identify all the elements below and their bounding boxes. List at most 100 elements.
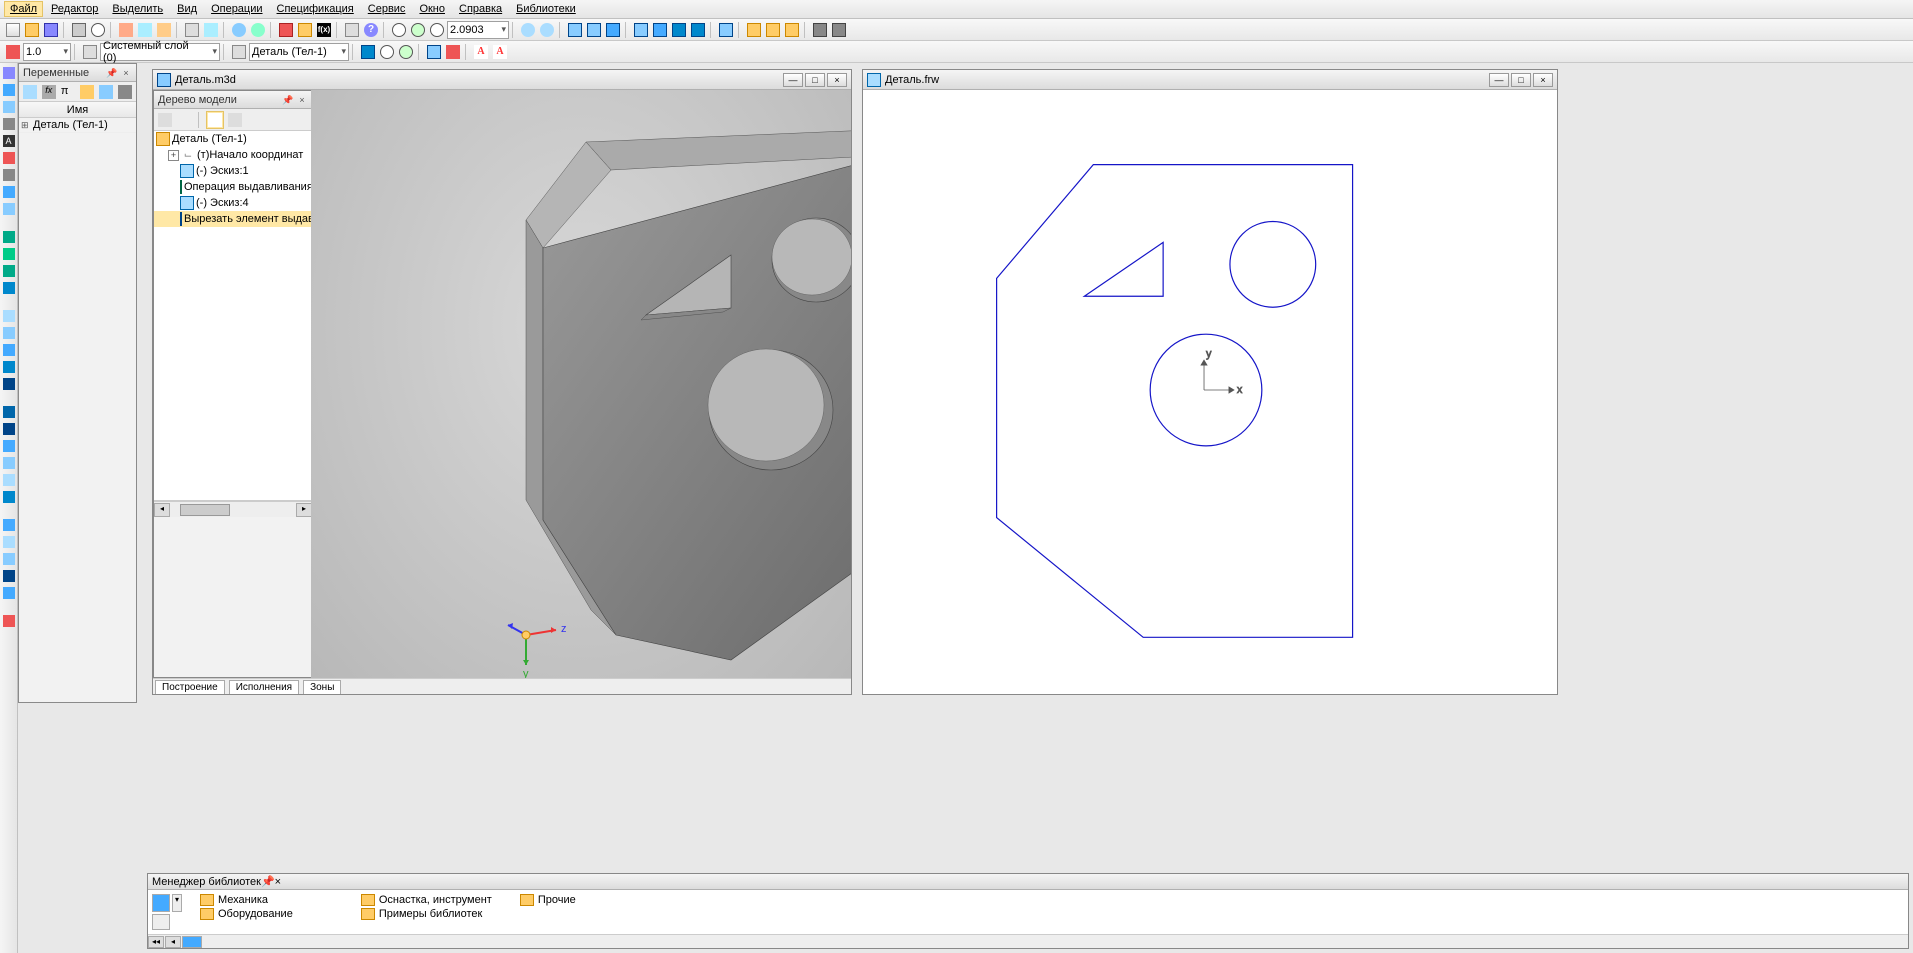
variables-root-row[interactable]: ⊞ Деталь (Тел-1) bbox=[19, 118, 136, 133]
scroll-right-button[interactable]: ▸ bbox=[296, 503, 312, 517]
doc-3d-min-button[interactable]: — bbox=[783, 73, 803, 87]
vtool-cut[interactable] bbox=[1, 246, 17, 262]
vtool-8[interactable] bbox=[1, 184, 17, 200]
vtool-rib[interactable] bbox=[1, 359, 17, 375]
variables-pin-button[interactable]: 📌 bbox=[106, 67, 118, 79]
persp-button[interactable] bbox=[717, 21, 735, 39]
tree-cut[interactable]: Вырезать элемент выдав bbox=[154, 211, 312, 227]
menu-file[interactable]: Файл bbox=[4, 1, 43, 17]
doc-2d-close-button[interactable]: × bbox=[1533, 73, 1553, 87]
menu-help[interactable]: Справка bbox=[453, 1, 508, 17]
open-button[interactable] bbox=[23, 21, 41, 39]
vtool-axis[interactable] bbox=[1, 472, 17, 488]
print-button[interactable] bbox=[70, 21, 88, 39]
vtool-7[interactable] bbox=[1, 167, 17, 183]
sketch-button[interactable] bbox=[277, 21, 295, 39]
doc-3d-max-button[interactable]: □ bbox=[805, 73, 825, 87]
menu-libraries[interactable]: Библиотеки bbox=[510, 1, 582, 17]
variables-close-button[interactable]: × bbox=[120, 67, 132, 79]
vtool-revolve[interactable] bbox=[1, 263, 17, 279]
props-button[interactable] bbox=[183, 21, 201, 39]
vtool-3[interactable] bbox=[1, 99, 17, 115]
shaded-edges-button[interactable] bbox=[689, 21, 707, 39]
var-btn-6[interactable] bbox=[117, 83, 134, 101]
camera-button[interactable] bbox=[811, 21, 829, 39]
vtool-pattern3[interactable] bbox=[1, 438, 17, 454]
lib-mechanics[interactable]: Механика bbox=[200, 894, 293, 906]
tree-sketch4[interactable]: (-) Эскиз:4 bbox=[154, 195, 312, 211]
vtool-4[interactable] bbox=[1, 116, 17, 132]
var-btn-3[interactable]: π bbox=[59, 83, 76, 101]
vtool-2[interactable] bbox=[1, 82, 17, 98]
view-3-button[interactable] bbox=[604, 21, 622, 39]
lib-button[interactable] bbox=[296, 21, 314, 39]
libmgr-dropdown-button[interactable]: ▾ bbox=[172, 894, 182, 912]
libnav-prev[interactable]: ◂ bbox=[165, 936, 181, 948]
rotate-button[interactable] bbox=[519, 21, 537, 39]
vtool-d1[interactable] bbox=[1, 613, 17, 629]
viewport-3d[interactable]: z y bbox=[311, 90, 851, 678]
var-btn-2[interactable]: fx bbox=[40, 83, 57, 101]
visible-button[interactable] bbox=[397, 43, 415, 61]
undo-button[interactable] bbox=[230, 21, 248, 39]
tree-origin[interactable]: + ⌙ (т)Начало координат bbox=[154, 147, 312, 163]
vtool-c1[interactable] bbox=[1, 517, 17, 533]
lib-equipment[interactable]: Оборудование bbox=[200, 908, 293, 920]
copy-props-button[interactable] bbox=[202, 21, 220, 39]
lib-examples[interactable]: Примеры библиотек bbox=[361, 908, 492, 920]
tree-btn-2[interactable] bbox=[176, 111, 194, 129]
menu-select[interactable]: Выделить bbox=[106, 1, 169, 17]
sel-arrow-button[interactable] bbox=[444, 43, 462, 61]
scroll-track[interactable] bbox=[170, 503, 296, 517]
var-btn-4[interactable] bbox=[79, 83, 96, 101]
vtool-5[interactable]: A bbox=[1, 133, 17, 149]
tree-pin-button[interactable]: 📌 bbox=[282, 94, 294, 106]
vtool-1[interactable] bbox=[1, 65, 17, 81]
libmgr-pin-button[interactable]: 📌 bbox=[261, 875, 275, 888]
fn-button[interactable]: f(x) bbox=[315, 21, 333, 39]
vtool-9[interactable] bbox=[1, 201, 17, 217]
tab-build[interactable]: Построение bbox=[155, 680, 225, 694]
menu-service[interactable]: Сервис bbox=[362, 1, 412, 17]
invisible-button[interactable] bbox=[378, 43, 396, 61]
tree-expand-origin[interactable]: + bbox=[168, 150, 179, 161]
vtool-c5[interactable] bbox=[1, 585, 17, 601]
refresh-button[interactable] bbox=[538, 21, 556, 39]
snapshot-button[interactable] bbox=[830, 21, 848, 39]
vtool-6[interactable] bbox=[1, 150, 17, 166]
var-btn-1[interactable] bbox=[21, 83, 38, 101]
save-button[interactable] bbox=[42, 21, 60, 39]
tree-extrude[interactable]: Операция выдавливания bbox=[154, 179, 312, 195]
tab-zones[interactable]: Зоны bbox=[303, 680, 341, 694]
part-combo[interactable]: Деталь (Тел-1) bbox=[249, 43, 349, 61]
new-button[interactable] bbox=[4, 21, 22, 39]
vtool-pattern2[interactable] bbox=[1, 421, 17, 437]
folder-1-button[interactable] bbox=[745, 21, 763, 39]
vtool-c4[interactable] bbox=[1, 568, 17, 584]
zoom-in-button[interactable] bbox=[390, 21, 408, 39]
tree-btn-3[interactable] bbox=[206, 111, 224, 129]
vtool-point[interactable] bbox=[1, 489, 17, 505]
zoom-out-button[interactable] bbox=[409, 21, 427, 39]
view-2-button[interactable] bbox=[585, 21, 603, 39]
scale-combo[interactable]: 1.0 bbox=[23, 43, 71, 61]
folder-3-button[interactable] bbox=[783, 21, 801, 39]
model-tree-body[interactable]: Деталь (Тел-1) + ⌙ (т)Начало координат (… bbox=[154, 131, 312, 501]
vtool-chamfer[interactable] bbox=[1, 325, 17, 341]
tree-sketch1[interactable]: (-) Эскиз:1 bbox=[154, 163, 312, 179]
stop-button[interactable] bbox=[4, 43, 22, 61]
view-1-button[interactable] bbox=[566, 21, 584, 39]
expand-icon[interactable]: ⊞ bbox=[21, 120, 33, 131]
zoom-fit-button[interactable] bbox=[428, 21, 446, 39]
libnav-current[interactable] bbox=[182, 936, 202, 948]
vtool-sweep[interactable] bbox=[1, 280, 17, 296]
libmgr-close-button[interactable]: × bbox=[275, 876, 281, 888]
menu-operations[interactable]: Операции bbox=[205, 1, 268, 17]
vtool-c2[interactable] bbox=[1, 534, 17, 550]
lib-tooling[interactable]: Оснастка, инструмент bbox=[361, 894, 492, 906]
tree-close-button[interactable]: × bbox=[296, 94, 308, 106]
tab-exec[interactable]: Исполнения bbox=[229, 680, 299, 694]
libmgr-icon-button[interactable] bbox=[152, 894, 170, 912]
help-what-button[interactable]: ? bbox=[362, 21, 380, 39]
layers-button[interactable] bbox=[81, 43, 99, 61]
